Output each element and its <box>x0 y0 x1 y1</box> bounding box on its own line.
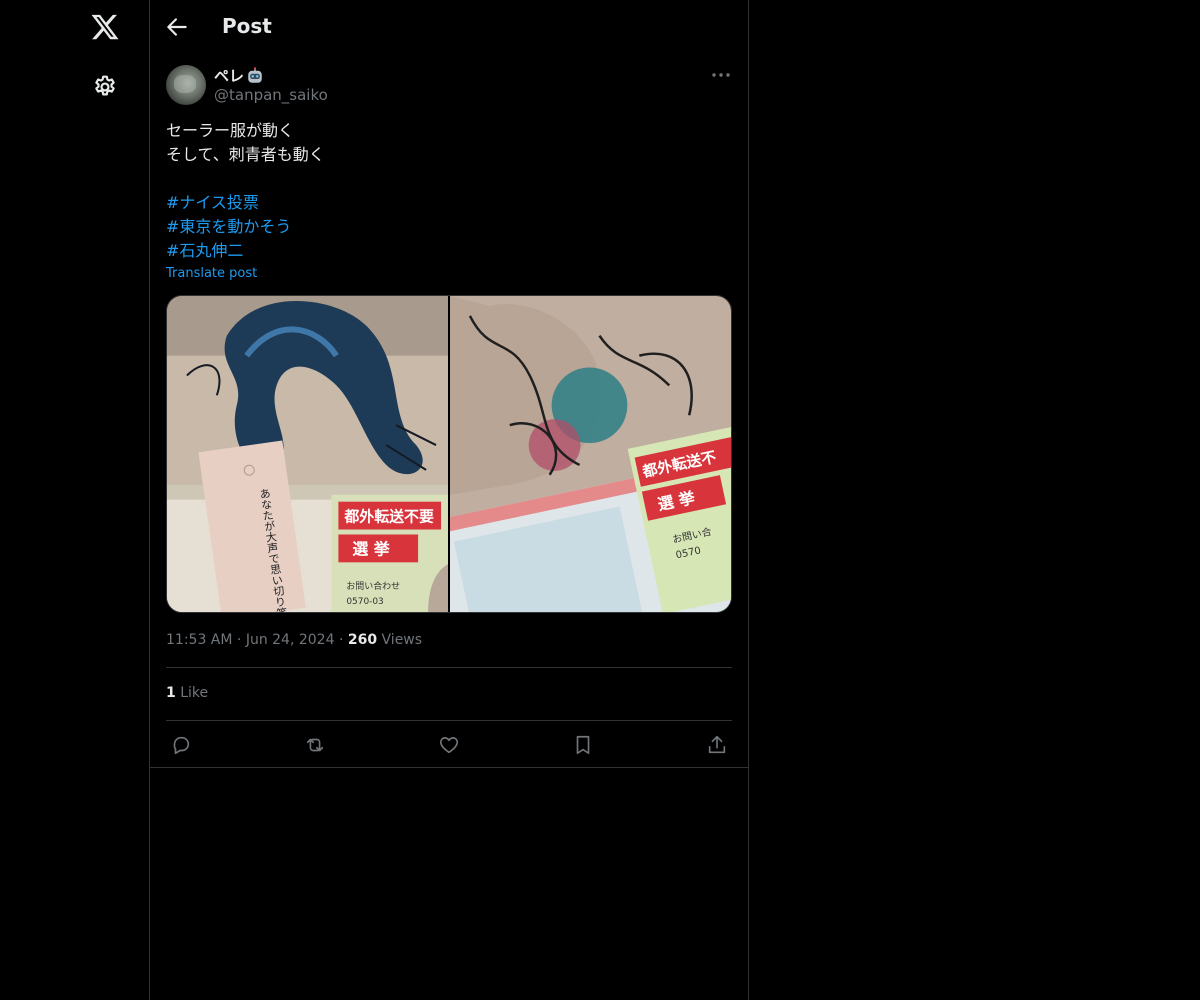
post-time[interactable]: 11:53 AM <box>166 632 232 648</box>
envelope-label: 都外転送不要 <box>343 508 434 526</box>
meta-separator: · <box>338 632 344 648</box>
translate-post-link[interactable]: Translate post <box>166 266 257 281</box>
envelope-label: 0570-03 <box>346 597 383 607</box>
left-nav <box>0 0 150 1000</box>
page-title: Post <box>222 14 272 38</box>
header: Post <box>150 0 748 54</box>
repost-icon[interactable] <box>304 734 326 756</box>
hashtag-link[interactable]: #石丸伸二 <box>166 239 732 263</box>
post-text-line: セーラー服が動く <box>166 121 295 140</box>
share-icon[interactable] <box>706 734 728 756</box>
robot-icon <box>248 66 262 83</box>
x-logo-icon[interactable] <box>90 12 120 42</box>
views-count: 260 <box>347 632 378 648</box>
envelope-label: 選 挙 <box>352 539 389 558</box>
post-meta: 11:53 AM · Jun 24, 2024 · 260 Views <box>166 632 422 648</box>
post-date[interactable]: Jun 24, 2024 <box>246 632 335 648</box>
hashtag-link[interactable]: #ナイス投票 <box>166 191 732 215</box>
divider <box>166 720 732 721</box>
views-label: Views <box>381 632 423 648</box>
hashtag-link[interactable]: #東京を動かそう <box>166 215 732 239</box>
author-name[interactable]: ペレ <box>214 65 264 86</box>
divider <box>150 767 748 768</box>
more-options-icon[interactable] <box>710 66 732 84</box>
likes-count: 1 <box>166 685 176 701</box>
post-text-line: そして、刺青者も動く <box>166 145 325 164</box>
post-text: セーラー服が動く そして、刺青者も動く #ナイス投票 #東京を動かそう #石丸伸… <box>166 119 732 263</box>
likes-label: Like <box>180 685 209 701</box>
media-grid: 都外転送不要 選 挙 お問い合わせ 0570-03 あなたが大声で思い切り笑える <box>166 295 732 613</box>
author-name-text: ペレ <box>214 67 245 85</box>
bookmark-icon[interactable] <box>572 734 594 756</box>
reply-icon[interactable] <box>170 734 192 756</box>
avatar[interactable] <box>166 65 206 105</box>
author-handle[interactable]: @tanpan_saiko <box>214 86 328 104</box>
meta-separator: · <box>236 632 242 648</box>
like-icon[interactable] <box>438 734 460 756</box>
media-photo-2[interactable]: 都外転送不 選 挙 お問い合 0570 <box>450 296 731 612</box>
gear-icon[interactable] <box>92 74 118 100</box>
media-photo-1[interactable]: 都外転送不要 選 挙 お問い合わせ 0570-03 あなたが大声で思い切り笑える <box>167 296 448 612</box>
post-column: Post ペレ @tanpan_saiko セーラー服が動く そして、刺青者も動… <box>149 0 749 1000</box>
likes-summary[interactable]: 1 Like <box>166 685 208 701</box>
envelope-label: お問い合わせ <box>346 580 400 592</box>
divider <box>166 667 732 668</box>
arrow-left-icon[interactable] <box>164 14 190 40</box>
